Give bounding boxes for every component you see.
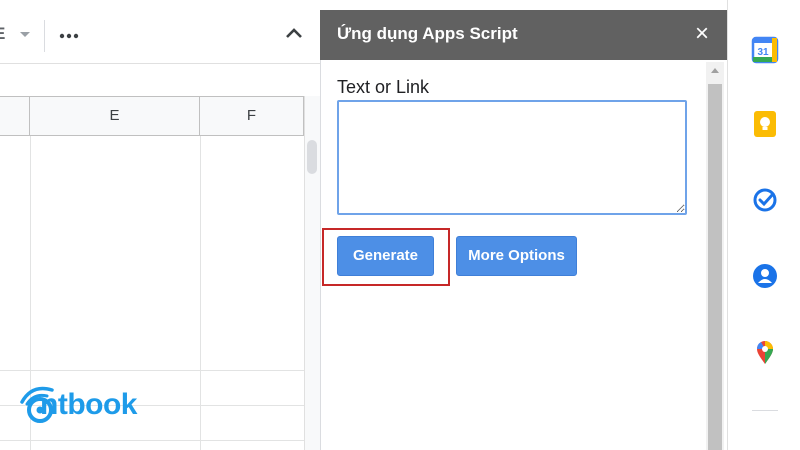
- more-horizontal-icon[interactable]: [58, 20, 80, 42]
- column-header-f[interactable]: F: [200, 96, 304, 136]
- side-panel-divider: [752, 410, 778, 411]
- contacts-icon[interactable]: [751, 262, 779, 290]
- more-dots-svg: [59, 33, 79, 39]
- side-panel: [727, 0, 800, 450]
- keep-svg: [754, 111, 776, 137]
- grid-top-gap: [0, 64, 320, 96]
- tasks-svg: [753, 188, 777, 212]
- grid-line: [0, 370, 304, 371]
- grid-line: [200, 136, 201, 450]
- text-or-link-label: Text or Link: [337, 77, 430, 97]
- maps-svg: [756, 341, 773, 364]
- more-options-button[interactable]: More Options: [456, 236, 577, 276]
- column-header-partial[interactable]: [0, 96, 30, 136]
- close-icon[interactable]: ×: [690, 22, 714, 46]
- calendar-day: 31: [757, 47, 769, 58]
- calendar-icon[interactable]: 31: [751, 36, 779, 64]
- chevron-up-icon[interactable]: [282, 22, 306, 46]
- logo-text: ntbook: [40, 388, 137, 421]
- grid-line: [0, 440, 304, 441]
- contacts-svg: [753, 264, 777, 288]
- tasks-icon[interactable]: [751, 186, 779, 214]
- text-or-link-input[interactable]: [337, 100, 687, 215]
- keep-icon[interactable]: [751, 110, 779, 138]
- maps-icon[interactable]: [751, 338, 779, 366]
- column-header-e[interactable]: E: [30, 96, 200, 136]
- chevron-up-svg: [286, 28, 302, 38]
- panel-scrollbar-thumb[interactable]: [708, 84, 722, 450]
- calendar-svg: 31: [751, 36, 779, 64]
- sheets-toolbar: [0, 0, 320, 64]
- toolbar-divider: [44, 20, 45, 52]
- scroll-up-arrow-icon[interactable]: [711, 68, 719, 73]
- highlight-box: [322, 228, 450, 286]
- dropdown-caret-icon[interactable]: [20, 32, 30, 37]
- grid-scrollbar-thumb[interactable]: [307, 140, 317, 174]
- panel-title: Ứng dụng Apps Script: [337, 24, 518, 43]
- toolbar-partial-icon[interactable]: E: [0, 24, 5, 44]
